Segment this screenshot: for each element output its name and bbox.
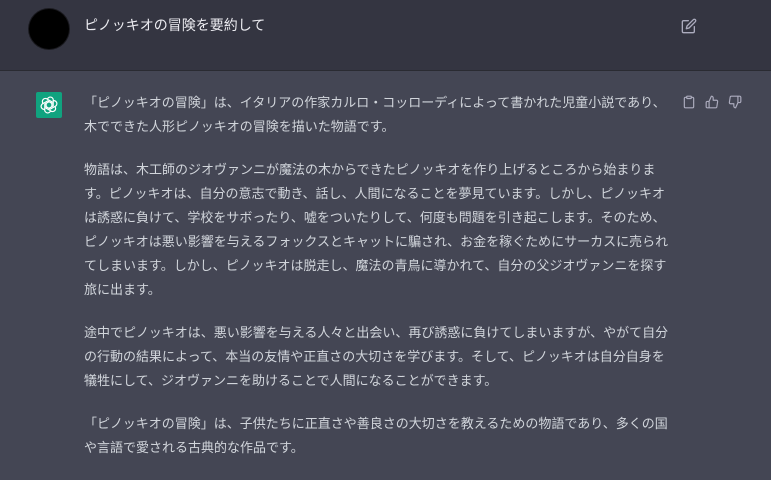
openai-logo-icon — [36, 92, 62, 118]
thumbs-down-icon[interactable] — [728, 95, 742, 109]
clipboard-icon[interactable] — [682, 95, 696, 109]
thumbs-up-icon[interactable] — [705, 95, 719, 109]
answer-paragraph-3: 途中でピノッキオは、悪い影響を与える人々と出会い、再び誘惑に負けてしまいますが、… — [84, 326, 669, 389]
assistant-message-row: 「ピノッキオの冒険」は、イタリアの作家カルロ・コッローディによって書かれた児童小… — [0, 71, 771, 473]
edit-icon[interactable] — [681, 18, 697, 34]
user-avatar — [29, 9, 69, 49]
message-actions — [682, 95, 742, 109]
user-message-text: ピノッキオの冒険を要約して — [84, 18, 266, 34]
user-message-row: ピノッキオの冒険を要約して — [0, 0, 771, 71]
assistant-message-text: 「ピノッキオの冒険」は、イタリアの作家カルロ・コッローディによって書かれた児童小… — [84, 92, 674, 480]
answer-paragraph-4: 「ピノッキオの冒険」は、子供たちに正直さや善良さの大切さを教えるための物語であり… — [84, 417, 668, 456]
answer-paragraph-1: 「ピノッキオの冒険」は、イタリアの作家カルロ・コッローディによって書かれた児童小… — [84, 96, 666, 135]
answer-paragraph-2: 物語は、木工師のジオヴァンニが魔法の木からできたピノッキオを作り上げるところから… — [84, 163, 669, 298]
